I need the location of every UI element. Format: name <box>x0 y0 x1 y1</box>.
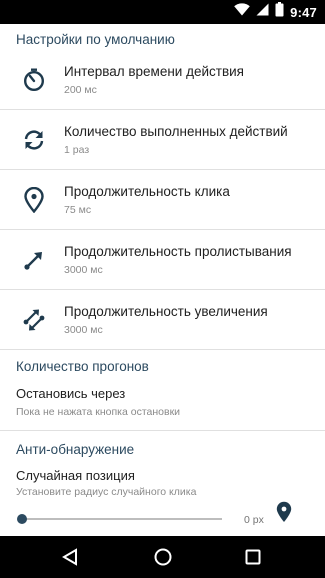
random-radius-slider-track[interactable] <box>20 518 222 520</box>
setting-row-swipe-duration[interactable]: Продолжительность пролистывания 3000 мс <box>0 230 325 290</box>
swipe-arrow-icon <box>20 246 48 274</box>
section-header-anti-detect: Анти-обнаружение <box>16 442 135 457</box>
timer-icon <box>20 66 48 94</box>
battery-icon <box>275 2 284 22</box>
setting-title: Продолжительность клика <box>64 184 230 199</box>
runs-title: Остановись через <box>16 386 126 401</box>
home-button[interactable] <box>151 545 175 569</box>
random-position-title: Случайная позиция <box>16 468 135 483</box>
zoom-arrows-icon <box>20 306 48 334</box>
setting-title: Продолжительность пролистывания <box>64 244 292 259</box>
pick-location-button[interactable] <box>272 500 296 524</box>
setting-row-click-duration[interactable]: Продолжительность клика 75 мс <box>0 170 325 230</box>
location-pin-icon <box>276 501 292 522</box>
slider-value: 0 px <box>244 514 264 526</box>
section-divider <box>0 430 325 431</box>
back-button[interactable] <box>58 545 82 569</box>
setting-row-zoom-duration[interactable]: Продолжительность увеличения 3000 мс <box>0 290 325 350</box>
recents-button[interactable] <box>241 545 265 569</box>
home-icon <box>154 548 172 566</box>
setting-value: 3000 мс <box>64 324 103 336</box>
status-time: 9:47 <box>290 4 317 20</box>
status-icons: 9:47 <box>234 0 317 24</box>
runs-stop-setting[interactable]: Остановись через Пока не нажата кнопка о… <box>0 380 325 424</box>
setting-title: Интервал времени действия <box>64 64 244 79</box>
back-icon <box>62 548 77 566</box>
setting-row-action-count[interactable]: Количество выполненных действий 1 раз <box>0 110 325 170</box>
section-header-defaults: Настройки по умолчанию <box>16 32 175 47</box>
wifi-icon <box>234 3 250 21</box>
repeat-icon <box>20 126 48 154</box>
setting-title: Продолжительность увеличения <box>64 304 268 319</box>
signal-icon <box>256 3 269 21</box>
setting-value: 75 мс <box>64 204 92 216</box>
settings-content[interactable]: Настройки по умолчанию Интервал времени … <box>0 24 325 536</box>
setting-row-action-interval[interactable]: Интервал времени действия 200 мс <box>0 50 325 110</box>
setting-value: 3000 мс <box>64 264 103 276</box>
recents-icon <box>245 549 261 565</box>
section-divider <box>0 349 325 350</box>
runs-subtitle: Пока не нажата кнопка остановки <box>16 406 181 418</box>
navigation-bar <box>0 536 325 578</box>
setting-title: Количество выполненных действий <box>64 124 288 139</box>
random-position-subtitle: Установите радиус случайного клика <box>16 486 197 498</box>
random-radius-slider-thumb[interactable] <box>17 514 27 524</box>
setting-value: 1 раз <box>64 144 90 156</box>
setting-value: 200 мс <box>64 84 97 96</box>
section-header-runs: Количество прогонов <box>16 359 149 374</box>
location-pin-icon <box>20 186 48 214</box>
status-bar: 9:47 <box>0 0 325 24</box>
